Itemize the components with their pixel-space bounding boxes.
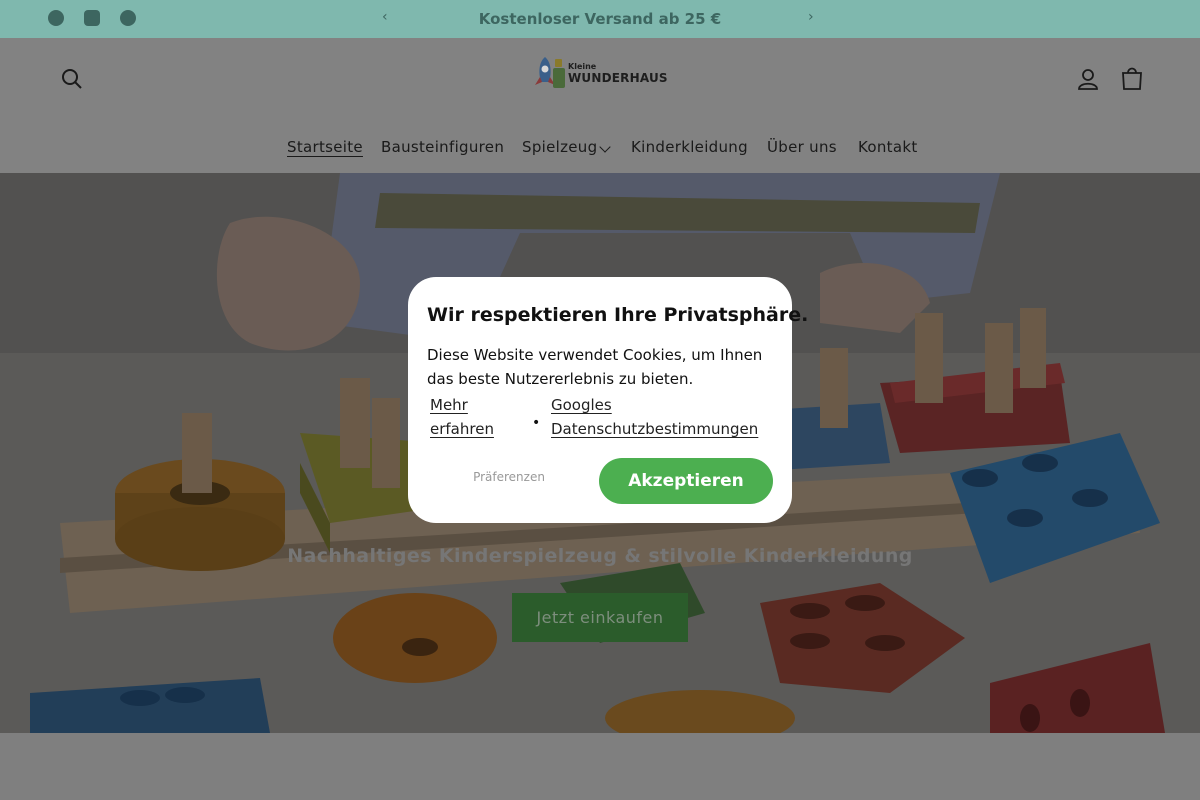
nav-item-kinderkleidung[interactable]: Kinderkleidung [631, 138, 748, 162]
site-logo[interactable]: Kleine WUNDERHAUS [533, 52, 668, 92]
accept-cookies-button[interactable]: Akzeptieren [599, 458, 773, 504]
chevron-left-icon[interactable]: ‹ [382, 9, 388, 25]
privacy-link-line1: Googles [551, 396, 612, 414]
rocket-logo-icon [535, 57, 565, 88]
page-section-below-hero [0, 733, 1200, 800]
cookie-dialog-title: Wir respektieren Ihre Privatsphäre. [427, 304, 809, 326]
hero-subtitle: Nachhaltiges Kinderspielzeug & stilvolle… [287, 545, 913, 567]
announcement-text: Kostenloser Versand ab 25 € [478, 10, 722, 28]
preferences-button[interactable]: Präferenzen [460, 470, 558, 494]
pinterest-icon[interactable] [120, 10, 136, 26]
logo-brand-text: WUNDERHAUS [568, 71, 668, 85]
chevron-right-icon[interactable]: › [808, 9, 814, 25]
link-separator-bullet: • [532, 415, 541, 431]
nav-item-startseite[interactable]: Startseite [287, 138, 363, 162]
learn-more-link-line1: Mehr [430, 396, 468, 414]
search-icon[interactable] [58, 65, 86, 93]
shop-now-button[interactable]: Jetzt einkaufen [512, 593, 688, 642]
cart-icon[interactable] [1118, 65, 1146, 93]
learn-more-link[interactable]: Mehr erfahren [430, 393, 494, 441]
nav-item-kontakt[interactable]: Kontakt [858, 138, 918, 162]
logo-small-text: Kleine [568, 62, 597, 71]
google-privacy-policy-link[interactable]: Googles Datenschutzbestimmungen [551, 393, 758, 441]
facebook-icon[interactable] [48, 10, 64, 26]
nav-item-bausteinfiguren[interactable]: Bausteinfiguren [381, 138, 504, 162]
site-header: Kleine WUNDERHAUS Startseite Bausteinfig… [0, 38, 1200, 173]
learn-more-link-line2: erfahren [430, 420, 494, 438]
instagram-icon[interactable] [84, 10, 100, 26]
cookie-dialog-text: Diese Website verwendet Cookies, um Ihne… [427, 346, 763, 388]
privacy-link-line2: Datenschutzbestimmungen [551, 420, 759, 438]
chevron-down-icon[interactable] [599, 141, 611, 153]
announcement-bar: ‹ Kostenloser Versand ab 25 € › [0, 0, 1200, 38]
nav-item-ueber-uns[interactable]: Über uns [767, 138, 837, 162]
nav-item-spielzeug[interactable]: Spielzeug [522, 138, 597, 162]
user-icon[interactable] [1074, 65, 1102, 93]
cookie-consent-dialog: Wir respektieren Ihre Privatsphäre. Dies… [408, 277, 808, 523]
